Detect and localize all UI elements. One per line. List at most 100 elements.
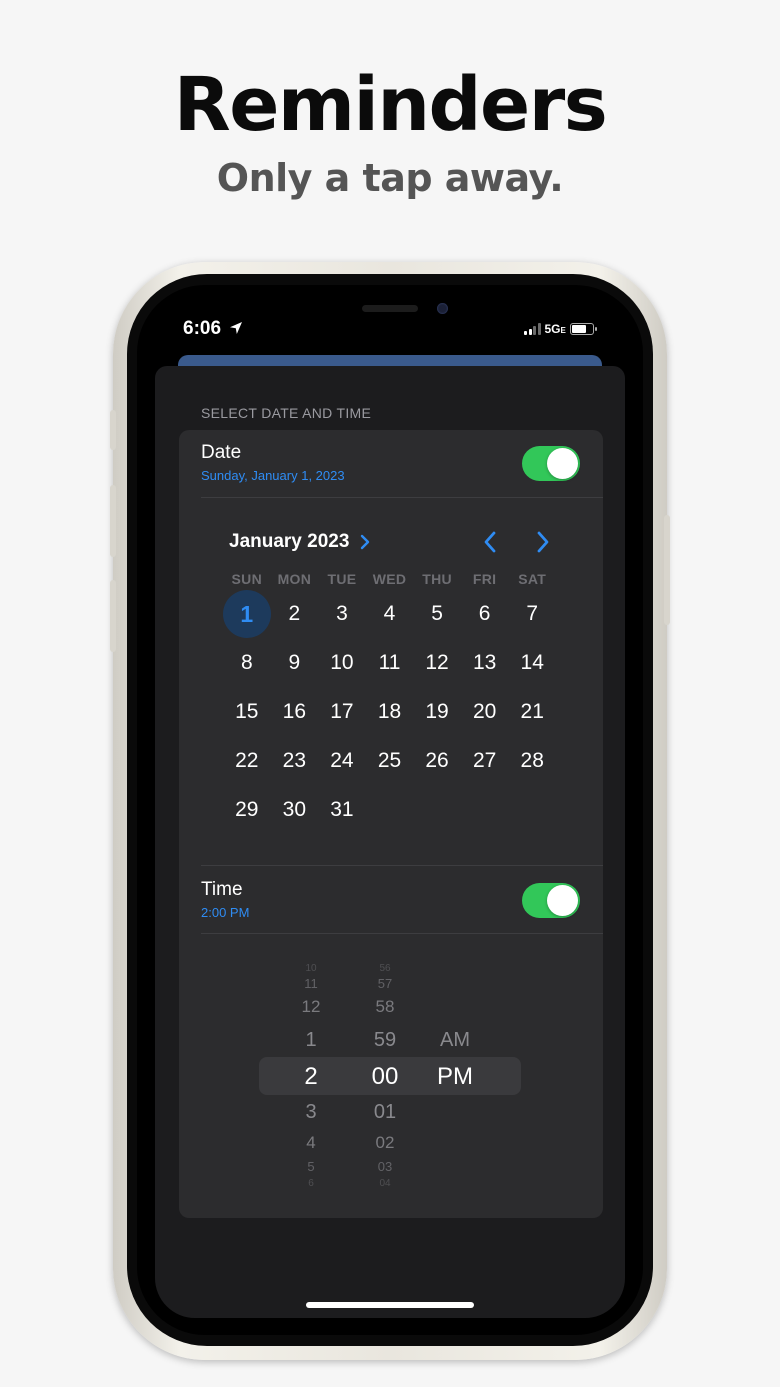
- status-time: 6:06: [183, 318, 222, 339]
- calendar-day[interactable]: 2: [271, 590, 319, 639]
- power-button: [664, 515, 670, 625]
- date-toggle[interactable]: [522, 446, 580, 481]
- minute-wheel-option[interactable]: 58: [376, 997, 395, 1017]
- calendar-day[interactable]: 21: [508, 688, 556, 737]
- minute-wheel-selected[interactable]: 00: [372, 1063, 399, 1091]
- calendar-day[interactable]: 27: [461, 736, 509, 785]
- hour-wheel-option[interactable]: 12: [302, 997, 321, 1017]
- calendar-day[interactable]: 22: [223, 736, 271, 785]
- previous-month-button[interactable]: [483, 531, 497, 553]
- calendar-day[interactable]: 25: [366, 736, 414, 785]
- calendar-day-number: 18: [377, 699, 402, 723]
- calendar-day[interactable]: 8: [223, 639, 271, 688]
- next-month-button[interactable]: [536, 531, 550, 553]
- calendar-day-number: 30: [282, 797, 307, 821]
- calendar-day[interactable]: 14: [508, 639, 556, 688]
- battery-icon: [569, 323, 597, 335]
- calendar-day[interactable]: 7: [508, 590, 556, 639]
- hour-wheel-option[interactable]: 3: [305, 1101, 316, 1124]
- calendar-day-number: 15: [235, 699, 259, 723]
- calendar-day[interactable]: 13: [461, 639, 509, 688]
- date-row-label[interactable]: Date: [201, 442, 241, 464]
- calendar-day[interactable]: 11: [366, 639, 414, 688]
- period-wheel-selected[interactable]: PM: [437, 1063, 473, 1091]
- calendar-day-number: 2: [288, 602, 301, 626]
- calendar-day-number: 12: [425, 651, 449, 675]
- time-toggle[interactable]: [522, 883, 580, 918]
- hour-wheel-option[interactable]: 6: [308, 1178, 314, 1189]
- calendar-day-number: 17: [330, 699, 354, 723]
- calendar-day-number: 16: [282, 699, 307, 723]
- hour-wheel-option[interactable]: 11: [304, 976, 318, 991]
- calendar-day[interactable]: 19: [413, 688, 461, 737]
- promo-title: Reminders: [173, 62, 608, 148]
- calendar-day-selected[interactable]: 1: [222, 590, 271, 639]
- calendar-day-number: 4: [383, 602, 396, 626]
- minute-wheel-option[interactable]: 59: [374, 1029, 396, 1052]
- calendar-day[interactable]: 28: [508, 736, 556, 785]
- time-row-value[interactable]: 2:00 PM: [201, 905, 249, 920]
- signal-bars-icon: [524, 323, 541, 335]
- minute-wheel-option[interactable]: 57: [378, 976, 392, 991]
- weekday-label: TUE: [327, 571, 357, 587]
- calendar-day[interactable]: 26: [413, 736, 461, 785]
- calendar-day-number: 5: [431, 602, 443, 626]
- minute-wheel-option[interactable]: 04: [379, 1178, 390, 1189]
- earpiece-speaker: [362, 305, 418, 312]
- calendar-day[interactable]: 6: [461, 590, 509, 639]
- home-indicator[interactable]: [306, 1302, 474, 1308]
- calendar-day[interactable]: 18: [366, 688, 414, 737]
- calendar-day[interactable]: 12: [413, 639, 461, 688]
- calendar-day[interactable]: 17: [318, 688, 366, 737]
- calendar-day[interactable]: 24: [318, 736, 366, 785]
- calendar-day[interactable]: 16: [271, 688, 319, 737]
- section-header: SELECT DATE AND TIME: [201, 405, 372, 421]
- volume-down-button: [110, 580, 116, 652]
- date-row-value[interactable]: Sunday, January 1, 2023: [201, 468, 345, 483]
- mute-switch: [110, 410, 116, 450]
- calendar-day[interactable]: 30: [271, 785, 319, 834]
- calendar-day-number: 22: [235, 748, 259, 772]
- calendar-day-number: 20: [472, 699, 497, 723]
- chevron-right-icon[interactable]: [360, 534, 370, 550]
- hour-wheel-option[interactable]: 5: [307, 1159, 314, 1174]
- month-year-button[interactable]: January 2023: [229, 531, 349, 553]
- minute-wheel-option[interactable]: 01: [374, 1101, 396, 1124]
- calendar-day[interactable]: 9: [271, 639, 319, 688]
- calendar-day[interactable]: 10: [318, 639, 366, 688]
- calendar-day-number: 3: [336, 602, 348, 626]
- divider: [201, 497, 603, 498]
- weekday-label: THU: [422, 571, 452, 587]
- minute-wheel-option[interactable]: 03: [378, 1159, 392, 1174]
- hour-wheel-selected[interactable]: 2: [304, 1063, 317, 1091]
- calendar-day[interactable]: 5: [413, 590, 461, 639]
- divider: [201, 865, 603, 866]
- calendar-day[interactable]: 31: [318, 785, 366, 834]
- minute-wheel-option[interactable]: 56: [379, 963, 390, 974]
- calendar-day-number: 26: [425, 748, 449, 772]
- calendar-day-number: 10: [330, 651, 354, 675]
- promo-subtitle: Only a tap away.: [216, 156, 564, 200]
- hour-wheel-option[interactable]: 10: [305, 963, 316, 974]
- status-indicators: 5GE: [524, 321, 597, 337]
- calendar-day[interactable]: 3: [318, 590, 366, 639]
- calendar-day-number: 23: [282, 748, 307, 772]
- calendar-day-number: 21: [520, 699, 544, 723]
- calendar-day[interactable]: 20: [461, 688, 509, 737]
- minute-wheel-option[interactable]: 02: [376, 1133, 395, 1153]
- period-wheel-option[interactable]: AM: [440, 1029, 470, 1052]
- time-row-label[interactable]: Time: [201, 879, 243, 901]
- hour-wheel-option[interactable]: 4: [306, 1133, 315, 1153]
- calendar-day[interactable]: 29: [223, 785, 271, 834]
- calendar-day-number: 11: [378, 651, 401, 675]
- calendar-day-number: 8: [240, 651, 253, 675]
- calendar-day[interactable]: 23: [271, 736, 319, 785]
- calendar-day[interactable]: 15: [223, 688, 271, 737]
- calendar-day-grid: 1 2 3 4 5 6 7 8 9 10 11 12 13 14 15 16 17 18 19 20 21 22 23 24 2…: [222, 590, 556, 834]
- calendar-day-number: 19: [425, 699, 449, 723]
- front-camera: [437, 303, 448, 314]
- calendar-day[interactable]: 4: [366, 590, 414, 639]
- hour-wheel-option[interactable]: 1: [305, 1029, 316, 1052]
- calendar-day-number: 29: [235, 797, 259, 821]
- calendar-day-number: 27: [472, 748, 497, 772]
